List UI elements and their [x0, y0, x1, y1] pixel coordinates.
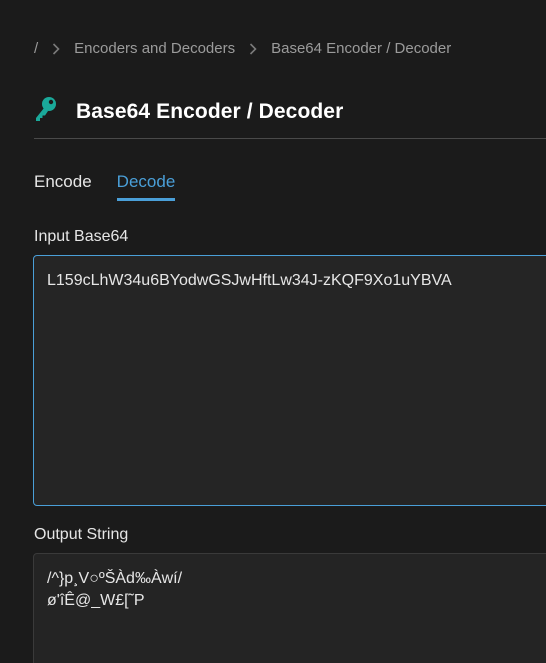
chevron-right-icon: [52, 42, 60, 55]
key-icon: [34, 96, 76, 127]
mode-tabs: Encode Decode: [34, 172, 200, 201]
base64-tool-page: / Encoders and Decoders Base64 Encoder /…: [0, 0, 546, 663]
header-divider: [34, 138, 546, 139]
breadcrumb: / Encoders and Decoders Base64 Encoder /…: [34, 40, 451, 57]
input-base64-textarea[interactable]: L159cLhW34u6BYodwGSJwHftLw34J-zKQF9Xo1uY…: [33, 255, 546, 506]
page-header: Base64 Encoder / Decoder: [34, 96, 343, 127]
breadcrumb-current: Base64 Encoder / Decoder: [271, 40, 452, 57]
output-string-textarea[interactable]: /^}p¸V○ºŠÀd‰Àwí/ ø'îÊ@_W£[˜P: [33, 553, 546, 663]
input-label: Input Base64: [34, 228, 129, 245]
output-label: Output String: [34, 526, 129, 543]
chevron-right-icon: [249, 42, 257, 55]
tab-decode[interactable]: Decode: [116, 172, 176, 201]
page-title: Base64 Encoder / Decoder: [76, 99, 344, 123]
tab-encode[interactable]: Encode: [34, 172, 92, 201]
breadcrumb-encoders-decoders[interactable]: Encoders and Decoders: [74, 40, 235, 57]
breadcrumb-root[interactable]: /: [34, 40, 38, 57]
